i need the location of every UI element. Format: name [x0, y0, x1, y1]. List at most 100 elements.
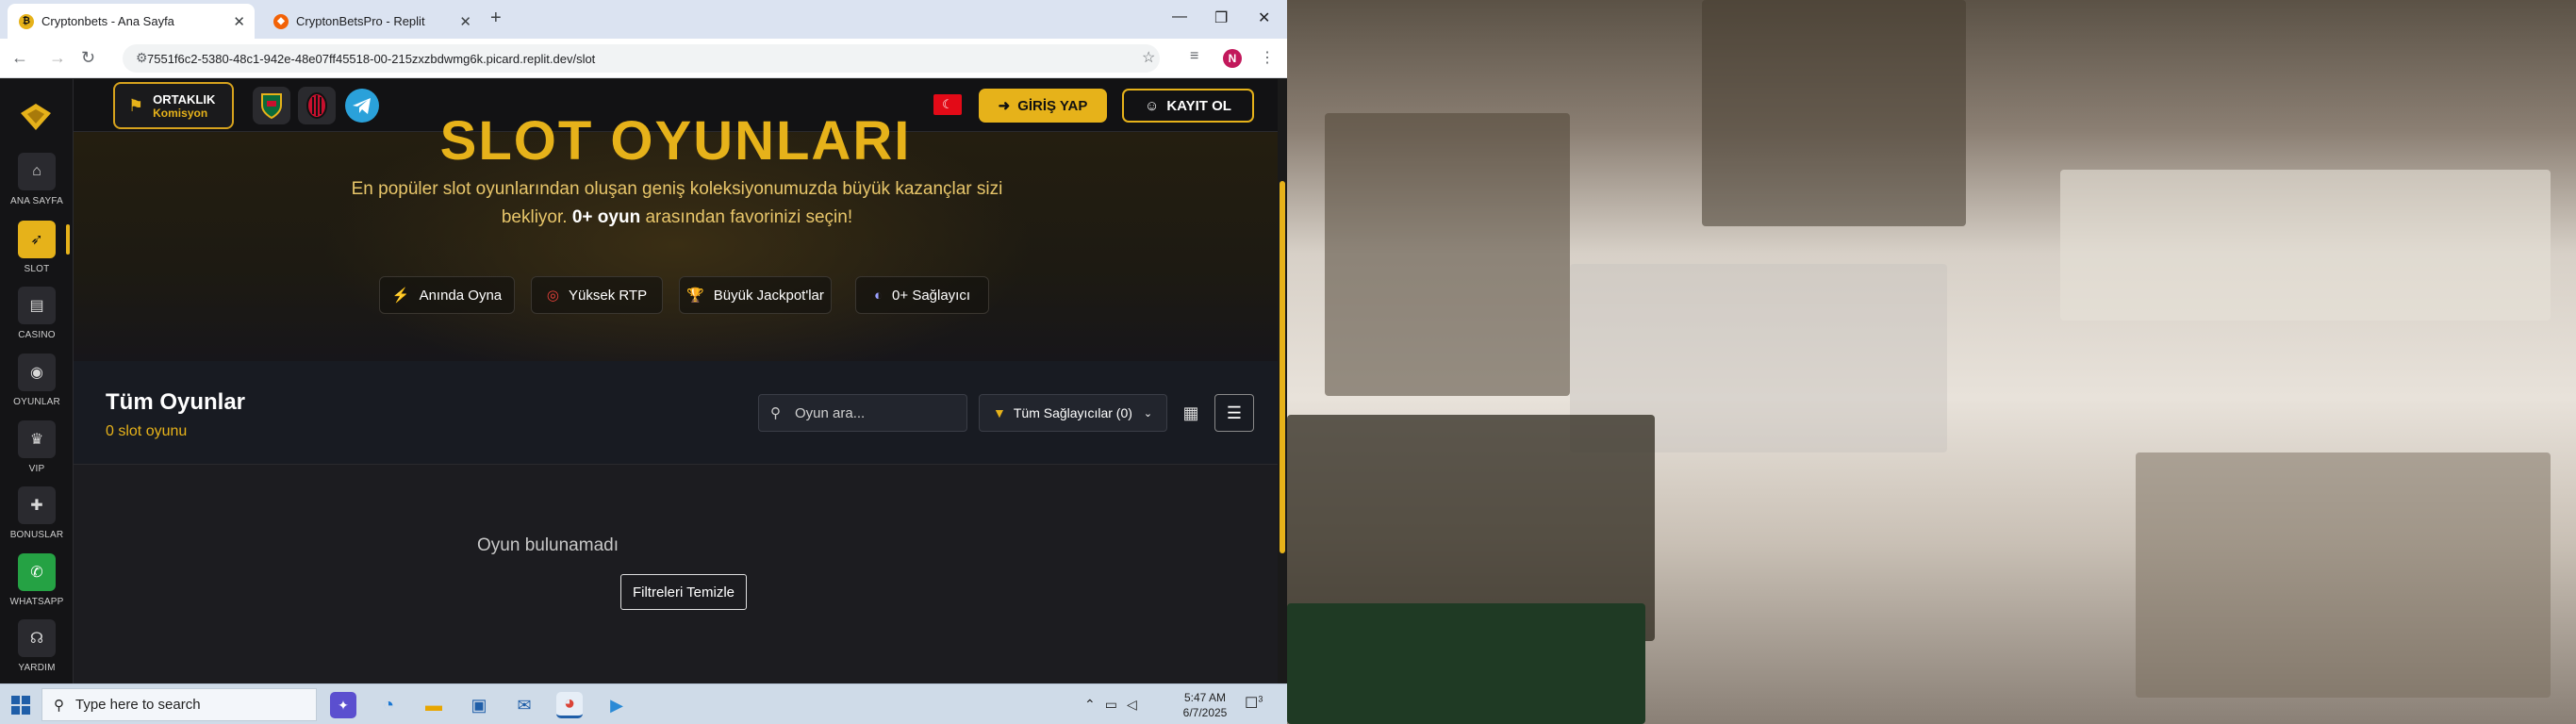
debris-shape [1325, 113, 1570, 396]
minimize-icon[interactable]: — [1172, 8, 1187, 25]
whatsapp-icon: ✆ [18, 553, 56, 591]
sidebar-item-yardim[interactable]: ☊ YARDIM [0, 619, 74, 683]
empty-message: Oyun bulunamadı [477, 535, 619, 555]
close-tab-icon[interactable]: ✕ [233, 13, 245, 30]
headset-icon: ☊ [18, 619, 56, 657]
bolt-icon: ⚡ [391, 288, 410, 304]
chevron-down-icon: ⌄ [1143, 407, 1153, 420]
taskbar-clock[interactable]: 5:47 AM 6/7/2025 [1181, 690, 1230, 720]
sidebar-item-label: SLOT [24, 264, 50, 274]
affiliate-title: ORTAKLIK [153, 91, 216, 107]
hero-game-count: 0+ oyun [571, 207, 641, 227]
bookmark-star-icon[interactable]: ☆ [1142, 48, 1155, 67]
filter-icon: ▼ [993, 405, 1006, 420]
games-count: 0 slot oyunu [106, 423, 188, 439]
debris-shape [2136, 452, 2551, 698]
sidebar-item-ana-sayfa[interactable]: ⌂ ANA SAYFA [0, 153, 74, 219]
windows-start-icon[interactable] [11, 696, 30, 715]
feature-label: 0+ Sağlayıcı [892, 287, 971, 304]
sidebar-item-label: VIP [28, 464, 45, 474]
menu-icon[interactable]: ⋮ [1260, 48, 1275, 67]
profile-avatar[interactable]: N [1223, 49, 1242, 68]
video-frame [1287, 0, 2576, 724]
sidebar-item-slot[interactable]: ➶ SLOT [0, 221, 74, 287]
edge-icon[interactable]: ◔ [375, 692, 402, 718]
replit-favicon-icon: ◆ [273, 13, 289, 29]
list-view-icon[interactable]: ☰ [1214, 394, 1254, 432]
gift-icon: ✚ [18, 486, 56, 524]
clear-filters-button[interactable]: Filtreleri Temizle [620, 574, 747, 610]
tab-title: Cryptonbets - Ana Sayfa [41, 14, 174, 28]
sidebar-item-label: ANA SAYFA [9, 196, 64, 206]
sidebar-item-label: CASINO [18, 330, 56, 340]
notification-icon[interactable]: ☐3 [1245, 694, 1263, 713]
chrome-icon[interactable]: ◕ [556, 692, 583, 718]
tab-cryptonbets[interactable]: ₿ Cryptonbets - Ana Sayfa ✕ [8, 4, 255, 39]
hero-description: En popüler slot oyunlarından oluşan geni… [347, 175, 1007, 232]
volume-icon[interactable]: ◁ [1127, 697, 1137, 713]
copilot-icon[interactable]: ✦ [330, 692, 356, 718]
tab-title: CryptonBetsPro - Replit [296, 14, 425, 28]
site-logo-icon[interactable] [19, 100, 53, 134]
search-box[interactable]: ⚲ [758, 394, 967, 432]
search-icon: ⚲ [54, 697, 64, 714]
notification-count: 3 [1258, 694, 1263, 704]
gamepad-icon: ◐ [873, 287, 883, 304]
feature-badge: 🏆 Büyük Jackpot'lar [679, 276, 832, 314]
taskbar-search-placeholder: Type here to search [75, 697, 201, 713]
forward-icon[interactable]: → [49, 48, 66, 68]
file-explorer-icon[interactable]: ▬ [421, 692, 447, 718]
green-base-shape [1287, 603, 1645, 724]
tab-strip: ₿ Cryptonbets - Ana Sayfa ✕ ◆ CryptonBet… [0, 0, 1287, 39]
feature-label: Büyük Jackpot'lar [713, 287, 824, 304]
url-text[interactable]: 7551f6c2-5380-48c1-942e-48e07ff45518-00-… [147, 52, 595, 66]
system-tray: ⌃ ▭ ◁ [1084, 684, 1137, 724]
close-tab-icon[interactable]: ✕ [459, 13, 471, 30]
page-scrollbar[interactable] [1278, 79, 1287, 683]
tab-replit[interactable]: ◆ CryptonBetsPro - Replit ✕ [262, 4, 481, 39]
games-empty-state: Oyun bulunamadı Filtreleri Temizle [74, 465, 1278, 683]
cryptonbets-favicon-icon: ₿ [19, 13, 34, 29]
provider-filter-dropdown[interactable]: ▼ Tüm Sağlayıcılar (0) ⌄ [979, 394, 1167, 432]
mail-icon[interactable]: ✉ [511, 692, 537, 718]
sidebar-item-casino[interactable]: ▤ CASINO [0, 287, 74, 353]
search-icon: ⚲ [770, 405, 781, 421]
windows-taskbar: ⚲ Type here to search ✦ ◔ ▬ ▣ ✉ ◕ ▶ ⌃ ▭ … [0, 683, 1287, 724]
sidebar-item-label: BONUSLAR [9, 530, 64, 540]
taskbar-search[interactable]: ⚲ Type here to search [41, 688, 317, 721]
close-window-icon[interactable]: ✕ [1258, 8, 1270, 27]
feature-badge: ⚡ Anında Oyna [379, 276, 515, 314]
search-input[interactable] [795, 403, 955, 423]
site-info-icon[interactable]: ⚙ [136, 50, 148, 66]
clock-time: 5:47 AM [1183, 691, 1227, 704]
network-icon[interactable]: ▭ [1105, 697, 1117, 713]
back-icon[interactable]: ← [11, 48, 28, 68]
gamepad-icon: ◉ [18, 354, 56, 391]
sidebar-item-vip[interactable]: ♛ VIP [0, 420, 74, 486]
active-indicator [66, 224, 70, 255]
media-player-icon[interactable]: ▶ [603, 692, 630, 718]
browser-window: ₿ Cryptonbets - Ana Sayfa ✕ ◆ CryptonBet… [0, 0, 1287, 724]
maximize-icon[interactable]: ❐ [1214, 8, 1228, 27]
debris-shape [1702, 0, 1966, 226]
address-bar-row: ← → ↻ ⚙ 7551f6c2-5380-48c1-942e-48e07ff4… [0, 39, 1287, 78]
sidebar-item-oyunlar[interactable]: ◉ OYUNLAR [0, 354, 74, 420]
section-title: Tüm Oyunlar [106, 389, 246, 415]
sidebar-item-bonuslar[interactable]: ✚ BONUSLAR [0, 486, 74, 552]
sidebar-item-whatsapp[interactable]: ✆ WHATSAPP [0, 553, 74, 619]
hero-banner: SLOT OYUNLARI En popüler slot oyunlarınd… [74, 110, 1278, 361]
reload-icon[interactable]: ↻ [81, 48, 95, 68]
feature-label: Yüksek RTP [569, 287, 648, 304]
new-tab-icon[interactable]: + [490, 8, 502, 29]
games-header: Tüm Oyunlar 0 slot oyunu ⚲ ▼ Tüm Sağlayı… [74, 361, 1278, 465]
store-icon[interactable]: ▣ [466, 692, 492, 718]
scrollbar-thumb[interactable] [1280, 181, 1285, 553]
glass-shard-shape [2060, 170, 2551, 321]
grid-view-icon[interactable]: ▦ [1177, 399, 1205, 427]
provider-filter-label: Tüm Sağlayıcılar (0) [1013, 405, 1132, 420]
page-title: SLOT OYUNLARI [439, 110, 912, 172]
address-bar[interactable]: ⚙ 7551f6c2-5380-48c1-942e-48e07ff45518-0… [123, 44, 1160, 73]
extensions-icon[interactable]: ≡ [1190, 48, 1198, 65]
chevron-up-icon[interactable]: ⌃ [1084, 697, 1096, 713]
web-page: ⌂ ANA SAYFA ➶ SLOT ▤ CASINO ◉ OYUNLAR ♛ … [0, 79, 1287, 683]
